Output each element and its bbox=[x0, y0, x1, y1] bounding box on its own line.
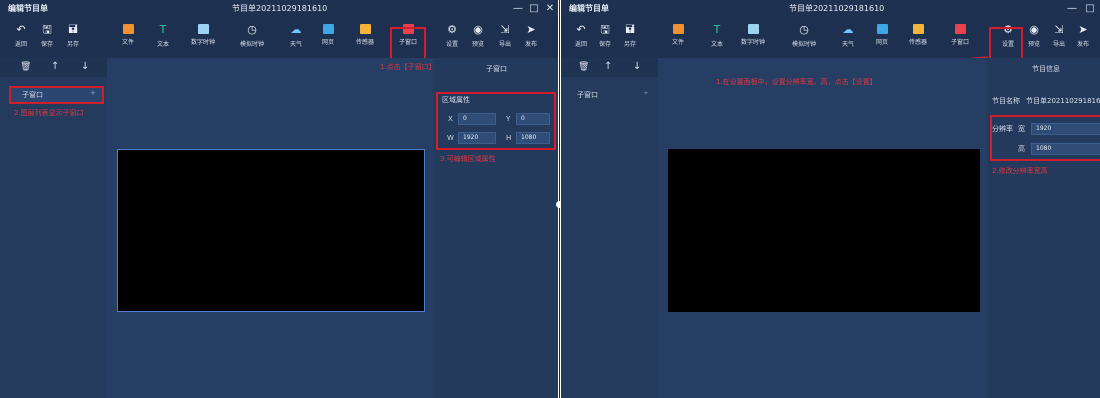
minimize-button[interactable]: — bbox=[510, 0, 526, 17]
minimize-button[interactable]: — bbox=[1064, 0, 1080, 17]
publish-button[interactable]: ➤ 发布 bbox=[514, 20, 548, 56]
webpage-icon bbox=[322, 24, 334, 34]
webpage-button[interactable]: 网页 bbox=[311, 20, 345, 56]
editor-window-left: 编辑节目单 节目单20211029181610 — □ ✕ ↶ 返回 🖫 保存 🖬 另… bbox=[0, 0, 558, 398]
add-layer-icon[interactable]: + bbox=[643, 89, 649, 97]
weather-button[interactable]: ☁ 天气 bbox=[279, 20, 313, 56]
layer-list: 子窗口 + bbox=[561, 77, 658, 398]
title-bar: 编辑节目单 节目单20211029181610 — □ bbox=[561, 0, 1100, 17]
save-icon: 🖫 bbox=[42, 23, 52, 36]
subwindow-icon bbox=[954, 24, 966, 34]
text-button[interactable]: T 文本 bbox=[146, 20, 180, 56]
delete-icon[interactable]: 🗑 bbox=[578, 62, 589, 72]
digital-clock-icon bbox=[197, 24, 209, 34]
layer-list-item[interactable]: 子窗口 + bbox=[567, 87, 653, 103]
editor-window-right: 编辑节目单 节目单20211029181610 — □ ↶ 返回 🖫 保存 🖬 另存 … bbox=[561, 0, 1100, 398]
digital-clock-icon bbox=[747, 24, 759, 34]
move-up-icon[interactable]: ↑ bbox=[51, 61, 59, 72]
program-title: 节目单20211029181610 bbox=[232, 4, 328, 13]
publish-button[interactable]: ➤ 发布 bbox=[1066, 20, 1100, 56]
folder-icon bbox=[672, 24, 684, 34]
annotation-step2: 2.图层列表显示子窗口 bbox=[14, 109, 84, 117]
clock-icon: ◷ bbox=[799, 23, 809, 36]
program-name-label: 节目名称 bbox=[992, 97, 1020, 105]
back-arrow-icon: ↶ bbox=[576, 23, 586, 36]
save-as-icon: 🖬 bbox=[68, 23, 78, 36]
move-down-icon[interactable]: ↓ bbox=[633, 61, 641, 72]
back-arrow-icon: ↶ bbox=[16, 23, 26, 36]
weather-icon: ☁ bbox=[842, 23, 854, 36]
weather-button[interactable]: ☁ 天气 bbox=[831, 20, 865, 56]
toolbar: ↶ 返回 🖫 保存 🖬 另存 文件 T 文本 数字时钟 ◷ 模拟时钟 ☁ 天气 网页 传感器… bbox=[0, 17, 558, 58]
move-up-icon[interactable]: ↑ bbox=[604, 61, 612, 72]
send-icon: ➤ bbox=[526, 23, 536, 36]
maximize-button[interactable]: □ bbox=[1082, 0, 1098, 17]
send-icon: ➤ bbox=[1078, 23, 1088, 36]
annotation-step1: 1.点击【子窗口】 bbox=[380, 63, 436, 71]
save-as-button[interactable]: 🖬 另存 bbox=[56, 20, 90, 56]
window-title: 编辑节目单 bbox=[8, 4, 48, 13]
sensor-icon bbox=[912, 24, 924, 34]
layer-list: 子窗口 + bbox=[0, 77, 107, 398]
settings-icon: ⚙ bbox=[447, 23, 457, 36]
export-icon: ⇲ bbox=[1054, 23, 1064, 36]
weather-icon: ☁ bbox=[290, 23, 302, 36]
highlight-subwindow-button bbox=[390, 27, 426, 61]
subwindow-button[interactable]: 子窗口 bbox=[943, 20, 977, 56]
clock-icon: ◷ bbox=[247, 23, 257, 36]
highlight-layer-item bbox=[9, 86, 104, 104]
canvas-screen[interactable] bbox=[668, 149, 980, 312]
highlight-area-properties bbox=[436, 92, 556, 150]
webpage-button[interactable]: 网页 bbox=[865, 20, 899, 56]
annotation-step3: 3.可编辑区域属性 bbox=[440, 155, 496, 163]
sensor-icon bbox=[359, 24, 371, 34]
program-title: 节目单20211029181610 bbox=[789, 4, 885, 13]
delete-icon[interactable]: 🗑 bbox=[20, 62, 31, 72]
text-icon: T bbox=[159, 23, 167, 36]
panel-title: 子窗口 bbox=[486, 65, 507, 73]
save-icon: 🖫 bbox=[600, 23, 610, 36]
folder-icon bbox=[122, 24, 134, 34]
layer-toolbar: 🗑 ↑ ↓ bbox=[0, 58, 107, 77]
digital-clock-button[interactable]: 数字时钟 bbox=[736, 20, 770, 56]
close-button[interactable]: ✕ bbox=[542, 0, 558, 17]
file-button[interactable]: 文件 bbox=[111, 20, 145, 56]
text-icon: T bbox=[713, 23, 721, 36]
save-as-icon: 🖬 bbox=[625, 23, 635, 36]
analog-clock-button[interactable]: ◷ 模拟时钟 bbox=[235, 20, 269, 56]
analog-clock-button[interactable]: ◷ 模拟时钟 bbox=[787, 20, 821, 56]
export-icon: ⇲ bbox=[500, 23, 510, 36]
annotation-step2: 2.修改分辨率宽高 bbox=[992, 167, 1048, 175]
highlight-resolution bbox=[990, 115, 1100, 161]
program-info-panel: 节目信息 节目名称 节目单20211029181610 分辨率 宽 1920 高… bbox=[987, 58, 1100, 398]
sensor-button[interactable]: 传感器 bbox=[901, 20, 935, 56]
sensor-button[interactable]: 传感器 bbox=[348, 20, 382, 56]
move-down-icon[interactable]: ↓ bbox=[81, 61, 89, 72]
subwindow-region[interactable] bbox=[117, 149, 425, 312]
panel-title: 节目信息 bbox=[1032, 65, 1060, 73]
annotation-step1: 1.在设置面板中，设置分辨率宽、高，点击【设置】 bbox=[716, 78, 877, 86]
program-name-value: 节目单20211029181610 bbox=[1026, 97, 1100, 105]
title-bar: 编辑节目单 节目单20211029181610 — □ ✕ bbox=[0, 0, 558, 17]
save-as-button[interactable]: 🖬 另存 bbox=[613, 20, 647, 56]
split-divider bbox=[559, 0, 560, 398]
layer-toolbar: 🗑 ↑ ↓ bbox=[561, 58, 658, 77]
maximize-button[interactable]: □ bbox=[526, 0, 542, 17]
eye-icon: ◉ bbox=[1029, 23, 1039, 36]
window-title: 编辑节目单 bbox=[569, 4, 609, 13]
edit-canvas bbox=[658, 58, 987, 398]
highlight-settings-button bbox=[989, 27, 1023, 61]
text-button[interactable]: T 文本 bbox=[700, 20, 734, 56]
digital-clock-button[interactable]: 数字时钟 bbox=[186, 20, 220, 56]
edit-canvas bbox=[107, 58, 434, 398]
eye-icon: ◉ bbox=[473, 23, 483, 36]
file-button[interactable]: 文件 bbox=[661, 20, 695, 56]
webpage-icon bbox=[876, 24, 888, 34]
